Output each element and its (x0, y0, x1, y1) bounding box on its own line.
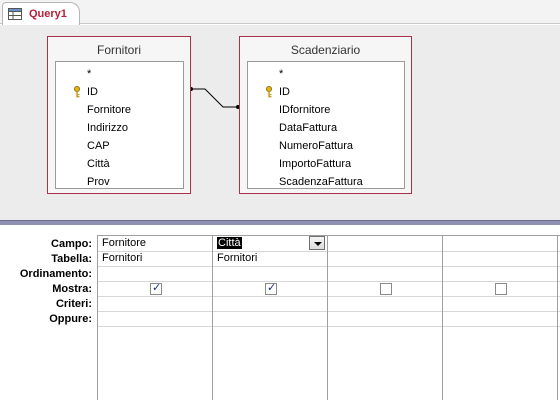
field-list-title: Fornitori (96, 43, 141, 57)
field-item[interactable]: Prov (56, 173, 183, 191)
field-item[interactable]: ImportoFattura (248, 155, 404, 173)
field-list: * ID IDfornitore DataFattura NumeroFattura Im… (247, 61, 405, 189)
field-item[interactable]: NumeroFattura (248, 137, 404, 155)
checkmark-icon: ✓ (267, 282, 277, 294)
field-item[interactable]: Fornitore (56, 101, 183, 119)
field-label: IDfornitore (279, 104, 331, 116)
field-item[interactable]: * (56, 65, 183, 83)
table-cell[interactable]: Fornitori (213, 251, 328, 266)
field-cell-value: Fornitore (102, 237, 147, 249)
tab-label: Query1 (29, 8, 67, 20)
field-list-scadenziario[interactable]: Scadenziario * ID IDfornitore DataFattura Nu… (239, 36, 412, 194)
row-label: Mostra: (52, 283, 92, 295)
row-label: Criteri: (55, 298, 92, 310)
field-item[interactable]: ID (248, 83, 404, 101)
show-checkbox[interactable]: ✓ (265, 282, 277, 295)
field-label: ScadenzaFattura (279, 176, 363, 188)
design-grid: Fornitore Fornitori ✓ Città Fornitori ✓ (97, 235, 560, 400)
show-checkbox[interactable]: ✓ (150, 282, 162, 295)
row-label: Campo: (51, 238, 92, 250)
row-label: Ordinamento: (19, 268, 92, 280)
field-cell[interactable] (328, 236, 443, 251)
primary-key-icon (266, 86, 272, 98)
field-label: Prov (87, 176, 110, 188)
field-item[interactable]: DataFattura (248, 119, 404, 137)
field-label: Indirizzo (87, 122, 128, 134)
field-list-title: Scadenziario (290, 43, 361, 57)
field-cell[interactable]: Fornitore (98, 236, 213, 251)
field-item[interactable]: ID (56, 83, 183, 101)
row-label: Tabella: (51, 253, 92, 265)
field-item[interactable]: * (248, 65, 404, 83)
table-cell[interactable]: Fornitori (98, 251, 213, 266)
field-label: CAP (87, 140, 110, 152)
row-label: Oppure: (49, 313, 92, 325)
field-list-fornitori[interactable]: Fornitori * ID Fornitore Indirizzo CAP Città P… (47, 36, 191, 194)
field-cell-value: Città (217, 237, 242, 249)
show-checkbox[interactable] (495, 283, 507, 295)
query-icon (8, 8, 22, 20)
table-diagram-pane: Fornitori * ID Fornitore Indirizzo CAP Città P… (0, 25, 560, 243)
field-list: * ID Fornitore Indirizzo CAP Città Prov (55, 61, 184, 189)
field-label: * (87, 68, 92, 80)
document-tab-strip: Query1 (0, 0, 560, 25)
design-grid-pane: Campo: Tabella: Ordinamento: Mostra: Criteri… (0, 225, 560, 400)
field-label: ID (87, 86, 98, 98)
field-label: Città (87, 158, 110, 170)
chevron-down-icon (314, 242, 322, 246)
field-label: Fornitore (87, 104, 132, 116)
field-item[interactable]: ScadenzaFattura (248, 173, 404, 191)
field-dropdown-button[interactable] (309, 236, 325, 250)
table-cell[interactable] (443, 251, 558, 266)
primary-key-icon (74, 86, 80, 98)
field-label: NumeroFattura (279, 140, 353, 152)
field-label: ID (279, 86, 290, 98)
field-item[interactable]: Città (56, 155, 183, 173)
field-label: DataFattura (279, 122, 338, 134)
field-label: ImportoFattura (279, 158, 352, 170)
checkmark-icon: ✓ (152, 282, 162, 294)
field-item[interactable]: Indirizzo (56, 119, 183, 137)
tab-query1[interactable]: Query1 (2, 2, 80, 25)
field-cell[interactable] (443, 236, 558, 251)
table-cell[interactable] (328, 251, 443, 266)
field-label: * (279, 68, 284, 80)
field-item[interactable]: IDfornitore (248, 101, 404, 119)
field-item[interactable]: CAP (56, 137, 183, 155)
show-checkbox[interactable] (380, 283, 392, 295)
